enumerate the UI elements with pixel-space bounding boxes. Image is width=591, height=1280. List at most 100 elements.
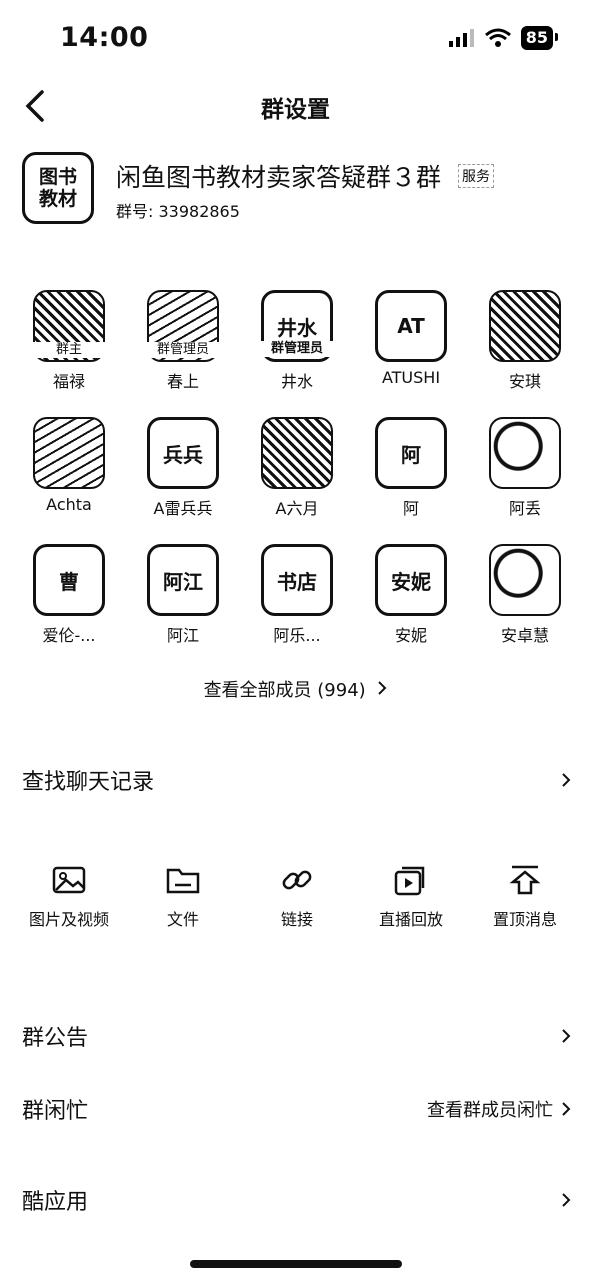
photos-videos-button[interactable]: 图片及视频 — [12, 862, 126, 930]
member-avatar: 井水 群管理员 — [254, 290, 340, 362]
member-name: 安琪 — [508, 372, 541, 391]
group-avatar-line2: 教材 — [38, 188, 77, 210]
group-number: 群号: 33982865 — [116, 202, 240, 221]
live-replay-label: 直播回放 — [378, 910, 443, 929]
member-avatar — [489, 290, 561, 362]
member-name: Achta — [46, 495, 92, 514]
group-name: 闲鱼图书教材卖家答疑群３群 — [116, 163, 442, 192]
member-role-badge: 群管理员 — [139, 342, 227, 358]
member-name: 阿江 — [166, 626, 199, 645]
member-item[interactable]: AT ATUSHI — [354, 290, 468, 417]
chevron-right-icon — [378, 681, 387, 695]
view-all-label: 查看全部成员 (994) — [203, 680, 366, 701]
chevron-right-icon — [562, 1193, 571, 1207]
group-info[interactable]: 图书 教材 闲鱼图书教材卖家答疑群３群 服务 群号: 33982865 — [22, 152, 582, 232]
member-item[interactable]: A六月 — [240, 417, 354, 544]
member-name: 福禄 — [52, 372, 85, 391]
member-item[interactable]: 安妮 安妮 — [354, 544, 468, 671]
member-avatar-text: 兵兵 — [163, 442, 203, 467]
wifi-icon — [484, 28, 511, 47]
member-row: Achta 兵兵 A雷兵兵 A六月阿阿阿丢 — [12, 417, 582, 544]
member-avatar: 曹 — [33, 544, 105, 616]
member-avatar: 安妮 — [375, 544, 447, 616]
pinned-messages-button[interactable]: 置顶消息 — [468, 862, 582, 930]
view-all-members-link[interactable]: 查看全部成员 (994) — [0, 676, 591, 702]
member-avatar: 群管理员 — [139, 290, 227, 362]
nav-bar: 群设置 — [0, 80, 591, 132]
media-shortcuts: 图片及视频 文件 链接 直播回放 置顶消息 — [12, 862, 582, 930]
member-item[interactable]: 井水 群管理员 井水 — [240, 290, 354, 417]
group-avatar: 图书 教材 — [22, 152, 94, 224]
cool-apps-label: 酷应用 — [22, 1190, 89, 1215]
member-item[interactable]: 阿丢 — [468, 417, 582, 544]
photos-videos-label: 图片及视频 — [28, 910, 109, 929]
member-avatar-text: 阿 — [401, 442, 421, 467]
search-history-label: 查找聊天记录 — [22, 770, 155, 795]
member-item[interactable]: 曹爱伦-... — [12, 544, 126, 671]
chevron-right-icon — [562, 773, 571, 787]
member-avatar: 阿江 — [147, 544, 219, 616]
member-name: A雷兵兵 — [153, 499, 213, 518]
member-avatar: 兵兵 — [147, 417, 219, 489]
member-row: 曹爱伦-... 阿江 阿江 书店 阿乐... 安妮 安妮 安卓慧 — [12, 544, 582, 671]
image-icon — [52, 866, 86, 894]
status-time: 14:00 — [60, 22, 149, 53]
busy-status-value: 查看群成员闲忙 — [427, 1100, 553, 1121]
page-title: 群设置 — [261, 97, 330, 123]
member-name: 爱伦-... — [42, 626, 96, 645]
status-icons: 85 — [448, 26, 559, 50]
member-avatar-text: 曹 — [59, 569, 79, 594]
member-avatar — [261, 417, 333, 489]
member-role-badge: 群管理员 — [254, 341, 340, 357]
member-item[interactable]: 阿阿 — [354, 417, 468, 544]
group-tag: 服务 — [458, 164, 494, 188]
files-label: 文件 — [166, 910, 199, 929]
member-grid: 群主 福禄 群管理员 春上 井水 群管理员 井水 AT ATUSHI 安琪 Achta 兵兵 A雷兵兵 A… — [12, 290, 582, 671]
replay-icon — [394, 866, 425, 896]
announcement-label: 群公告 — [22, 1026, 89, 1051]
member-avatar: 群主 — [25, 290, 113, 362]
announcement-row[interactable]: 群公告 — [22, 1016, 571, 1056]
links-button[interactable]: 链接 — [240, 862, 354, 930]
busy-status-label: 群闲忙 — [22, 1099, 89, 1124]
member-item[interactable]: 阿江 阿江 — [126, 544, 240, 671]
member-item[interactable]: 书店阿乐... — [240, 544, 354, 671]
chevron-right-icon — [562, 1102, 571, 1116]
member-avatar — [489, 544, 561, 616]
member-avatar-text: AT — [397, 314, 425, 338]
cool-apps-row[interactable]: 酷应用 — [22, 1180, 571, 1220]
status-bar: 14:00 85 — [0, 0, 591, 80]
search-history-row[interactable]: 查找聊天记录 — [22, 760, 571, 800]
home-indicator[interactable] — [190, 1260, 402, 1268]
member-avatar-text: 阿江 — [163, 569, 203, 594]
member-name: 阿丢 — [508, 499, 541, 518]
battery-indicator: 85 — [520, 26, 559, 50]
pinned-messages-label: 置顶消息 — [492, 910, 557, 929]
member-item[interactable]: 安卓慧 — [468, 544, 582, 671]
member-name: 阿乐... — [273, 626, 321, 645]
live-replay-button[interactable]: 直播回放 — [354, 862, 468, 930]
member-name: 安妮 — [394, 626, 427, 645]
files-button[interactable]: 文件 — [126, 862, 240, 930]
busy-status-row[interactable]: 群闲忙 查看群成员闲忙 — [22, 1089, 571, 1129]
member-avatar — [489, 417, 561, 489]
member-avatar — [33, 417, 105, 489]
links-label: 链接 — [280, 910, 313, 929]
member-name: 春上 — [166, 372, 199, 391]
member-avatar: AT — [375, 290, 447, 362]
member-item[interactable]: 安琪 — [468, 290, 582, 417]
folder-icon — [166, 868, 200, 894]
member-role-badge: 群主 — [25, 342, 113, 358]
member-name: ATUSHI — [381, 368, 441, 387]
member-name: 安卓慧 — [500, 626, 549, 645]
group-avatar-line1: 图书 — [38, 166, 77, 188]
member-item[interactable]: 兵兵 A雷兵兵 — [126, 417, 240, 544]
member-avatar-text: 安妮 — [391, 569, 431, 594]
chevron-right-icon — [562, 1029, 571, 1043]
member-avatar-text: 书店 — [277, 569, 317, 594]
member-item[interactable]: 群主 福禄 — [12, 290, 126, 417]
member-avatar: 书店 — [261, 544, 333, 616]
member-item[interactable]: Achta — [12, 417, 126, 544]
member-item[interactable]: 群管理员 春上 — [126, 290, 240, 417]
member-avatar: 阿 — [375, 417, 447, 489]
